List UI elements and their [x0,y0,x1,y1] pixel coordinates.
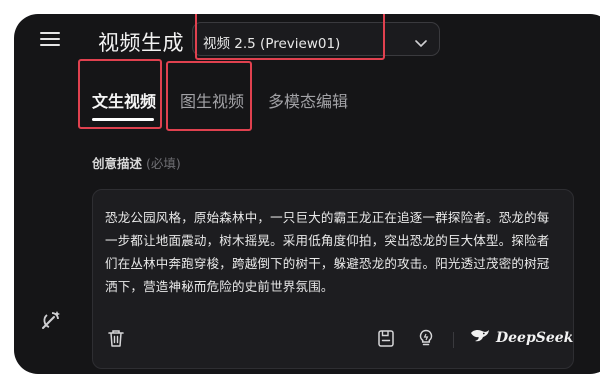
menu-icon[interactable] [40,30,62,48]
sidebar [14,14,86,374]
magic-wand-icon[interactable] [38,308,64,332]
highlight-box-tab-image [166,61,252,131]
lightbulb-icon[interactable] [417,328,435,352]
trash-icon[interactable] [107,328,125,352]
prompt-textarea[interactable]: 恐龙公园风格，原始森林中，一只巨大的霸王龙正在追逐一群探险者。恐龙的每 一步都让… [105,206,565,298]
tab-multimodal-edit[interactable]: 多模态编辑 [268,88,348,112]
prompt-toolbar: DeepSeek [93,328,573,358]
app-window: 视频生成 视频 2.5 (Preview01) 文生视频 图生视频 多模态编辑 … [14,14,600,374]
page-title: 视频生成 [98,31,184,55]
deepseek-whale-icon [470,328,490,348]
prompt-line: 一步都让地面震动，树木摇晃。采用低角度仰拍，突出恐龙的巨大体型。探险者 [105,233,550,248]
prompt-line: 恐龙公园风格，原始森林中，一只巨大的霸王龙正在追逐一群探险者。恐龙的每 [105,210,550,225]
prompt-line: 洒下，营造神秘而危险的史前世界氛围。 [105,279,334,294]
toolbar-divider [453,332,454,348]
highlight-box-tab-text [78,59,162,129]
prompt-label: 创意描述 [92,156,143,171]
deepseek-label: DeepSeek [496,330,574,346]
required-hint: (必填) [146,156,181,171]
highlight-box-model [195,14,385,60]
chevron-down-icon [415,34,427,53]
prompt-section-label: 创意描述 (必填) [92,153,181,172]
prompt-card[interactable]: 恐龙公园风格，原始森林中，一只巨大的霸王龙正在追逐一群探险者。恐龙的每 一步都让… [92,189,574,369]
save-icon[interactable] [377,328,395,352]
deepseek-button[interactable]: DeepSeek [470,328,573,348]
prompt-line: 们在丛林中奔跑穿梭，跨越倒下的树干，躲避恐龙的攻击。阳光透过茂密的树冠 [105,256,550,271]
